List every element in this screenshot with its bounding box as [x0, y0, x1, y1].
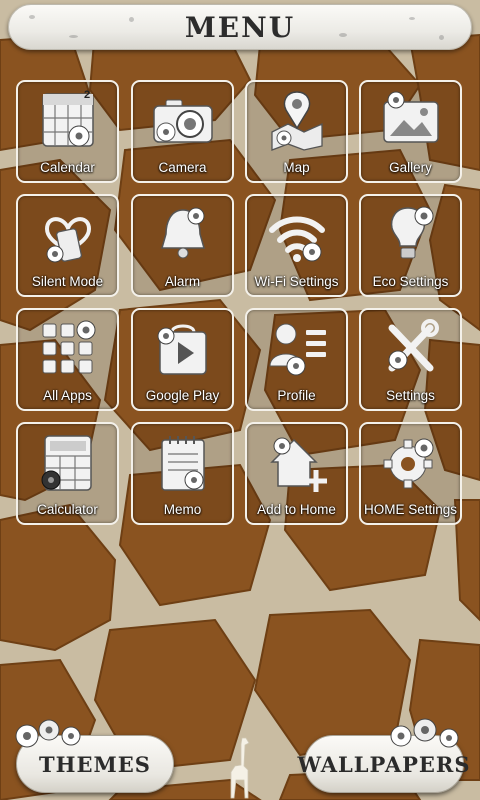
- tile-label: Map: [283, 160, 310, 175]
- giraffe-icon: [230, 737, 250, 799]
- tile-label: Calendar: [40, 160, 95, 175]
- tile-label: Wi-Fi Settings: [254, 274, 339, 289]
- tile-label: Silent Mode: [31, 274, 104, 289]
- calendar-badge: 2: [84, 89, 91, 101]
- tile-label: Gallery: [389, 160, 432, 175]
- wallpapers-button[interactable]: WALLPAPERS: [297, 718, 470, 793]
- themes-button-label: THEMES: [39, 751, 151, 777]
- home-menu-screen: MENU 2 Calendar Camera Map Gallery Silen…: [0, 0, 480, 800]
- memo-icon: [160, 436, 205, 491]
- tile-wifi-settings[interactable]: Wi-Fi Settings: [245, 194, 348, 297]
- tile-calculator[interactable]: Calculator: [16, 422, 119, 525]
- eco-bulb-icon: [390, 206, 433, 259]
- silent-mode-icon: [44, 217, 91, 263]
- tile-alarm[interactable]: Alarm: [131, 194, 234, 297]
- tile-google-play[interactable]: Google Play: [131, 308, 234, 411]
- tile-memo[interactable]: Memo: [131, 422, 234, 525]
- home-settings-gear-icon: [383, 438, 433, 489]
- gallery-icon: [382, 91, 439, 143]
- tile-eco-settings[interactable]: Eco Settings: [359, 194, 462, 297]
- tile-label: Settings: [386, 388, 435, 403]
- tile-label: Profile: [277, 388, 316, 403]
- tile-label: Calculator: [37, 502, 98, 517]
- menu-header-bar: MENU: [8, 4, 472, 50]
- tile-calendar[interactable]: 2 Calendar: [16, 80, 119, 183]
- calculator-icon: [41, 435, 92, 491]
- flower-decoration-icon: [15, 719, 81, 748]
- calendar-icon: [41, 93, 94, 147]
- wallpapers-button-label: WALLPAPERS: [297, 751, 471, 777]
- tile-label: Add to Home: [257, 502, 336, 517]
- tile-profile[interactable]: Profile: [245, 308, 348, 411]
- settings-tools-icon: [388, 319, 439, 372]
- tile-label: Google Play: [145, 388, 220, 403]
- camera-icon: [152, 99, 213, 143]
- tile-label: Memo: [163, 502, 202, 517]
- wifi-icon: [268, 216, 325, 262]
- tile-gallery[interactable]: Gallery: [359, 80, 462, 183]
- themes-button[interactable]: THEMES: [15, 719, 174, 793]
- profile-icon: [268, 323, 326, 376]
- tile-label: Eco Settings: [372, 274, 449, 289]
- tile-all-apps[interactable]: All Apps: [16, 308, 119, 411]
- add-to-home-icon: [269, 437, 327, 492]
- map-icon: [270, 91, 323, 151]
- tile-label: Camera: [158, 160, 207, 175]
- tile-add-to-home[interactable]: Add to Home: [245, 422, 348, 525]
- alarm-bell-icon: [160, 207, 205, 259]
- tile-label: All Apps: [43, 388, 92, 403]
- tile-settings[interactable]: Settings: [359, 308, 462, 411]
- tile-home-settings[interactable]: HOME Settings: [359, 422, 462, 525]
- tile-silent-mode[interactable]: Silent Mode: [16, 194, 119, 297]
- app-icon-grid: 2 Calendar Camera Map Gallery Silent Mod…: [16, 80, 464, 530]
- tile-label: HOME Settings: [363, 502, 458, 517]
- all-apps-icon: [42, 320, 95, 374]
- flower-decoration-icon: [390, 718, 459, 748]
- tile-label: Alarm: [164, 274, 201, 289]
- google-play-icon: [157, 324, 207, 375]
- menu-title: MENU: [184, 10, 296, 44]
- tile-camera[interactable]: Camera: [131, 80, 234, 183]
- tile-map[interactable]: Map: [245, 80, 348, 183]
